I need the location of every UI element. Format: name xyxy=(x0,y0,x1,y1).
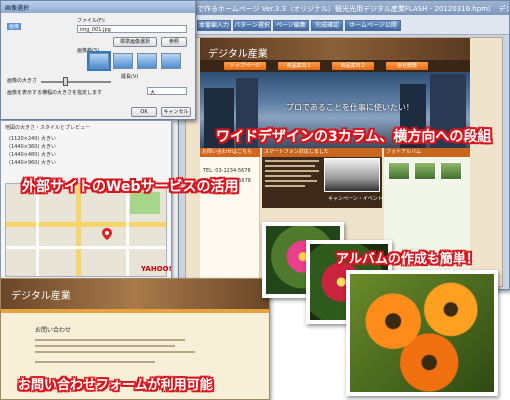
album-thumb[interactable] xyxy=(414,162,436,180)
callout-album: アルバムの作成も簡単！ xyxy=(336,252,479,267)
map-title: 地図の大きさ・スタイルとプレビュー xyxy=(5,125,91,131)
image-dialog: 画像選択 画像 ファイル(F): img_001.jpg 標準画像選択 参照 画… xyxy=(0,0,196,120)
contact-header: お問い合わせはこちら xyxy=(200,148,260,157)
file-label: ファイル(F): xyxy=(77,18,106,24)
map-window: 地図の大きさ・スタイルとプレビュー (1120×240) 大きい (1440×3… xyxy=(0,120,172,280)
frame-style-option[interactable] xyxy=(87,51,111,71)
map-size-option[interactable]: (1120×240) 大きい xyxy=(9,135,56,142)
album-header: フォトアルバム xyxy=(384,148,470,157)
news-text xyxy=(265,160,321,190)
callout-contact-form: お問い合わせフォームが利用可能 xyxy=(18,378,213,393)
map-size-option[interactable]: (1440×960) 大きい xyxy=(9,159,56,166)
map-size-option[interactable]: (1440×360) 大きい xyxy=(9,143,56,150)
left-column: お問い合わせはこちら TEL: 03-1234-5678 FAX: 03-123… xyxy=(200,148,260,278)
site-name: デジタル産業 xyxy=(208,49,268,60)
callout-web-service: 外部サイトのWebサービスの活用 xyxy=(22,179,239,195)
size-select-value: 大 xyxy=(150,90,156,96)
nav-product-2[interactable]: 商品案内２ xyxy=(332,62,374,70)
album-thumb[interactable] xyxy=(388,162,410,180)
size-select[interactable]: 大 xyxy=(147,87,187,96)
cancel-button[interactable]: キャンセル xyxy=(161,107,191,117)
dialog-title: 画像選択 xyxy=(1,1,195,13)
news-photo xyxy=(324,158,380,192)
file-value: img_001.jpg xyxy=(80,27,111,33)
map-pin-icon xyxy=(102,228,112,240)
vertical-label: 縦長(V) xyxy=(121,74,139,80)
map-preview[interactable] xyxy=(5,183,167,277)
file-field[interactable]: img_001.jpg xyxy=(77,25,187,33)
size-check-label: 画像の大きさ xyxy=(7,78,38,84)
contact-heading: お問い合わせ xyxy=(35,327,72,334)
contact-divider xyxy=(1,309,269,313)
size-hint: 画像を表示する横幅の大きさを指定します xyxy=(7,90,103,96)
nav-company[interactable]: 会社概要 xyxy=(386,62,428,70)
map-size-option[interactable]: (1440×480) 大きい xyxy=(9,151,56,158)
callout-wide-design: ワイドデザインの3カラム、横方向への段組 xyxy=(216,129,492,145)
contact-header: デジタル産業 xyxy=(1,279,269,309)
album-photo xyxy=(346,270,498,396)
album-thumb[interactable] xyxy=(440,162,462,180)
size-slider-track[interactable] xyxy=(41,81,111,83)
nav-top[interactable]: トップページ xyxy=(224,62,266,70)
hero-text: プロであることを仕事に使いたい！ xyxy=(286,103,414,112)
nav-product-1[interactable]: 商品案内１ xyxy=(278,62,320,70)
map-provider-logo: YAHOO! xyxy=(141,265,172,273)
frame-style-option[interactable] xyxy=(137,53,157,69)
frame-style-option[interactable] xyxy=(161,53,181,69)
standard-image-button[interactable]: 標準画像選択 xyxy=(113,37,157,47)
size-slider-knob[interactable] xyxy=(63,77,68,86)
tel-text: TEL: 03-1234-5678 xyxy=(203,168,251,174)
news-header: スマートフォン対応しました xyxy=(262,148,382,157)
screenshot-collage: 自分で作るホームページ Ver.3.3（オリジナル）観光光用デジタル産業FLAS… xyxy=(0,0,510,400)
ok-button[interactable]: OK xyxy=(131,107,157,117)
contact-site-name: デジタル産業 xyxy=(11,291,71,302)
news-caption: キャンペーン・イベント xyxy=(328,196,383,202)
frame-style-option[interactable] xyxy=(113,53,133,69)
site-nav: トップページ 商品案内１ 商品案内２ 会社概要 xyxy=(200,60,470,72)
dialog-tab[interactable]: 画像 xyxy=(7,23,22,30)
browse-button[interactable]: 参照 xyxy=(161,37,187,47)
